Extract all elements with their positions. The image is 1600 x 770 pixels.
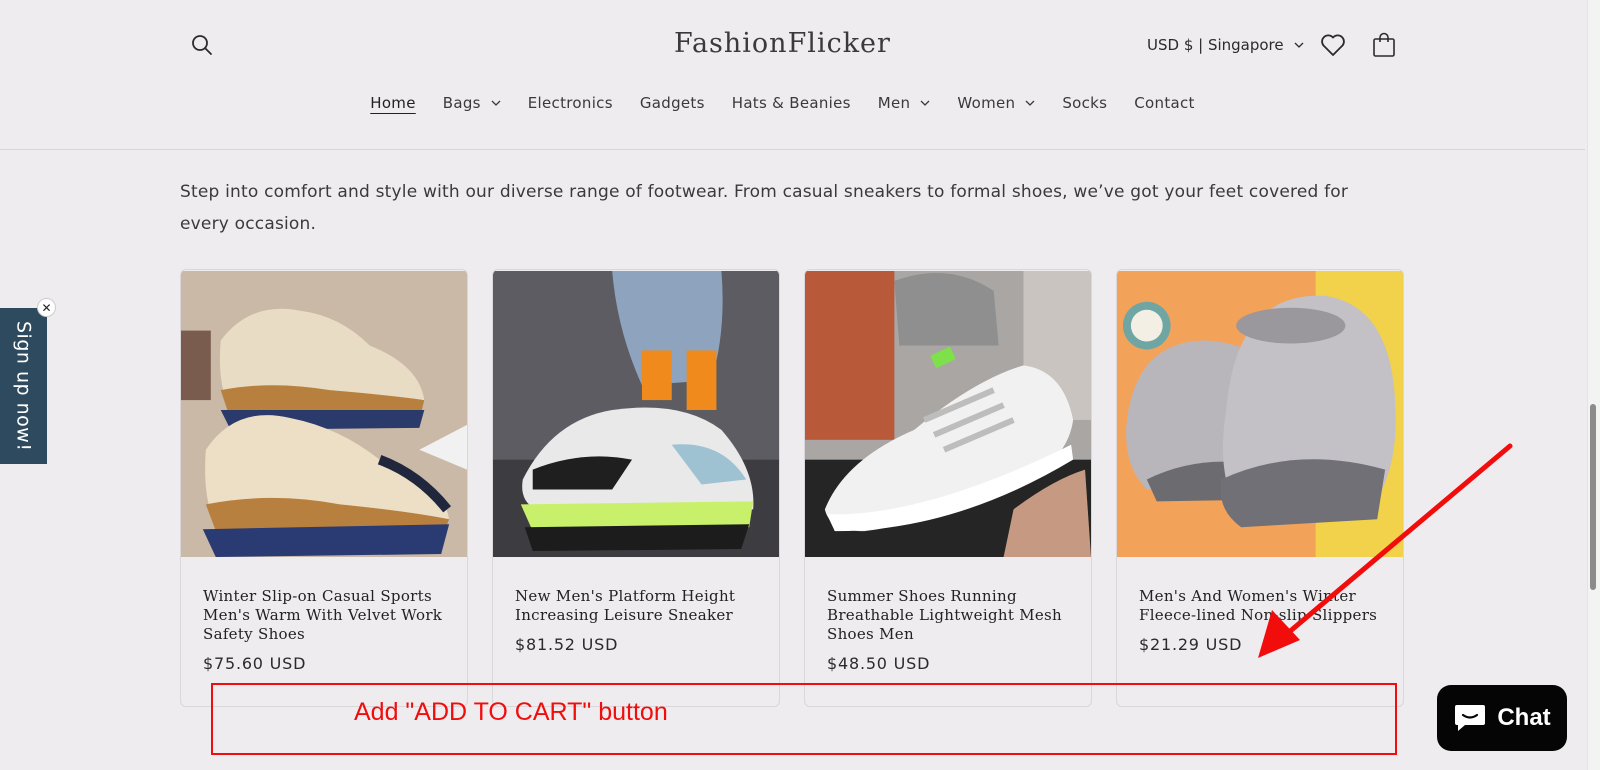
nav-item-electronics[interactable]: Electronics — [528, 94, 613, 112]
nav-item-home[interactable]: Home — [370, 94, 416, 112]
product-grid: Winter Slip-on Casual Sports Men's Warm … — [180, 269, 1404, 707]
nav-item-men[interactable]: Men — [878, 94, 931, 112]
currency-selector[interactable]: USD $ | Singapore — [1147, 36, 1304, 54]
annotation-text: Add "ADD TO CART" button — [354, 698, 668, 726]
product-image[interactable] — [1117, 270, 1403, 558]
nav-item-bags[interactable]: Bags — [443, 94, 501, 112]
product-image[interactable] — [805, 270, 1091, 558]
signup-tab[interactable]: Sign up now! — [0, 308, 47, 464]
product-title[interactable]: New Men's Platform Height Increasing Lei… — [515, 587, 757, 625]
signup-label: Sign up now! — [12, 320, 35, 452]
currency-label: USD $ | Singapore — [1147, 36, 1284, 54]
product-card[interactable]: Summer Shoes Running Breathable Lightwei… — [804, 269, 1092, 707]
chat-button[interactable]: Chat — [1437, 685, 1567, 751]
product-title[interactable]: Summer Shoes Running Breathable Lightwei… — [827, 587, 1069, 644]
product-price: $75.60 USD — [203, 654, 307, 673]
chevron-down-icon — [920, 100, 930, 106]
nav-item-contact[interactable]: Contact — [1134, 94, 1194, 112]
nav-item-label: Contact — [1134, 94, 1195, 112]
bag-icon[interactable] — [1372, 32, 1396, 58]
nav-item-label: Gadgets — [639, 94, 705, 112]
nav-item-gadgets[interactable]: Gadgets — [640, 94, 705, 112]
main-nav: Home Bags Electronics Gadgets Hats & Beanies… — [0, 94, 1585, 112]
product-image[interactable] — [181, 270, 467, 558]
product-image[interactable] — [493, 270, 779, 558]
product-price: $48.50 USD — [827, 654, 931, 673]
product-title[interactable]: Winter Slip-on Casual Sports Men's Warm … — [203, 587, 445, 644]
product-price: $21.29 USD — [1139, 635, 1243, 654]
chat-bubble-icon — [1455, 705, 1486, 731]
nav-item-label: Electronics — [527, 94, 613, 112]
heart-icon[interactable] — [1320, 33, 1346, 57]
chevron-down-icon — [1025, 100, 1035, 106]
nav-item-label: Women — [957, 94, 1016, 112]
nav-item-label: Home — [370, 94, 416, 112]
brand-name[interactable]: FashionFlicker — [674, 28, 891, 59]
nav-item-women[interactable]: Women — [957, 94, 1035, 112]
product-card[interactable]: Men's And Women's Winter Fleece-lined No… — [1116, 269, 1404, 707]
nav-item-socks[interactable]: Socks — [1062, 94, 1107, 112]
collection-description: Step into comfort and style with our div… — [180, 182, 1349, 234]
nav-item-label: Men — [877, 94, 911, 112]
chevron-down-icon — [491, 100, 501, 106]
close-icon[interactable]: ✕ — [37, 298, 56, 317]
nav-item-hats-beanies[interactable]: Hats & Beanies — [732, 94, 851, 112]
product-card[interactable]: Winter Slip-on Casual Sports Men's Warm … — [180, 269, 468, 707]
nav-item-label: Bags — [442, 94, 481, 112]
site-header: FashionFlicker USD $ | Singapore Home Bag… — [0, 0, 1585, 150]
nav-item-label: Socks — [1062, 94, 1108, 112]
product-price: $81.52 USD — [515, 635, 619, 654]
chevron-down-icon — [1294, 42, 1304, 48]
scrollbar[interactable] — [1587, 0, 1600, 770]
product-card[interactable]: New Men's Platform Height Increasing Lei… — [492, 269, 780, 707]
chat-label: Chat — [1497, 704, 1551, 731]
product-title[interactable]: Men's And Women's Winter Fleece-lined No… — [1139, 587, 1381, 625]
brand-logo[interactable]: FashionFlicker — [0, 28, 1585, 59]
nav-item-label: Hats & Beanies — [731, 94, 851, 112]
scrollbar-thumb[interactable] — [1590, 404, 1596, 590]
